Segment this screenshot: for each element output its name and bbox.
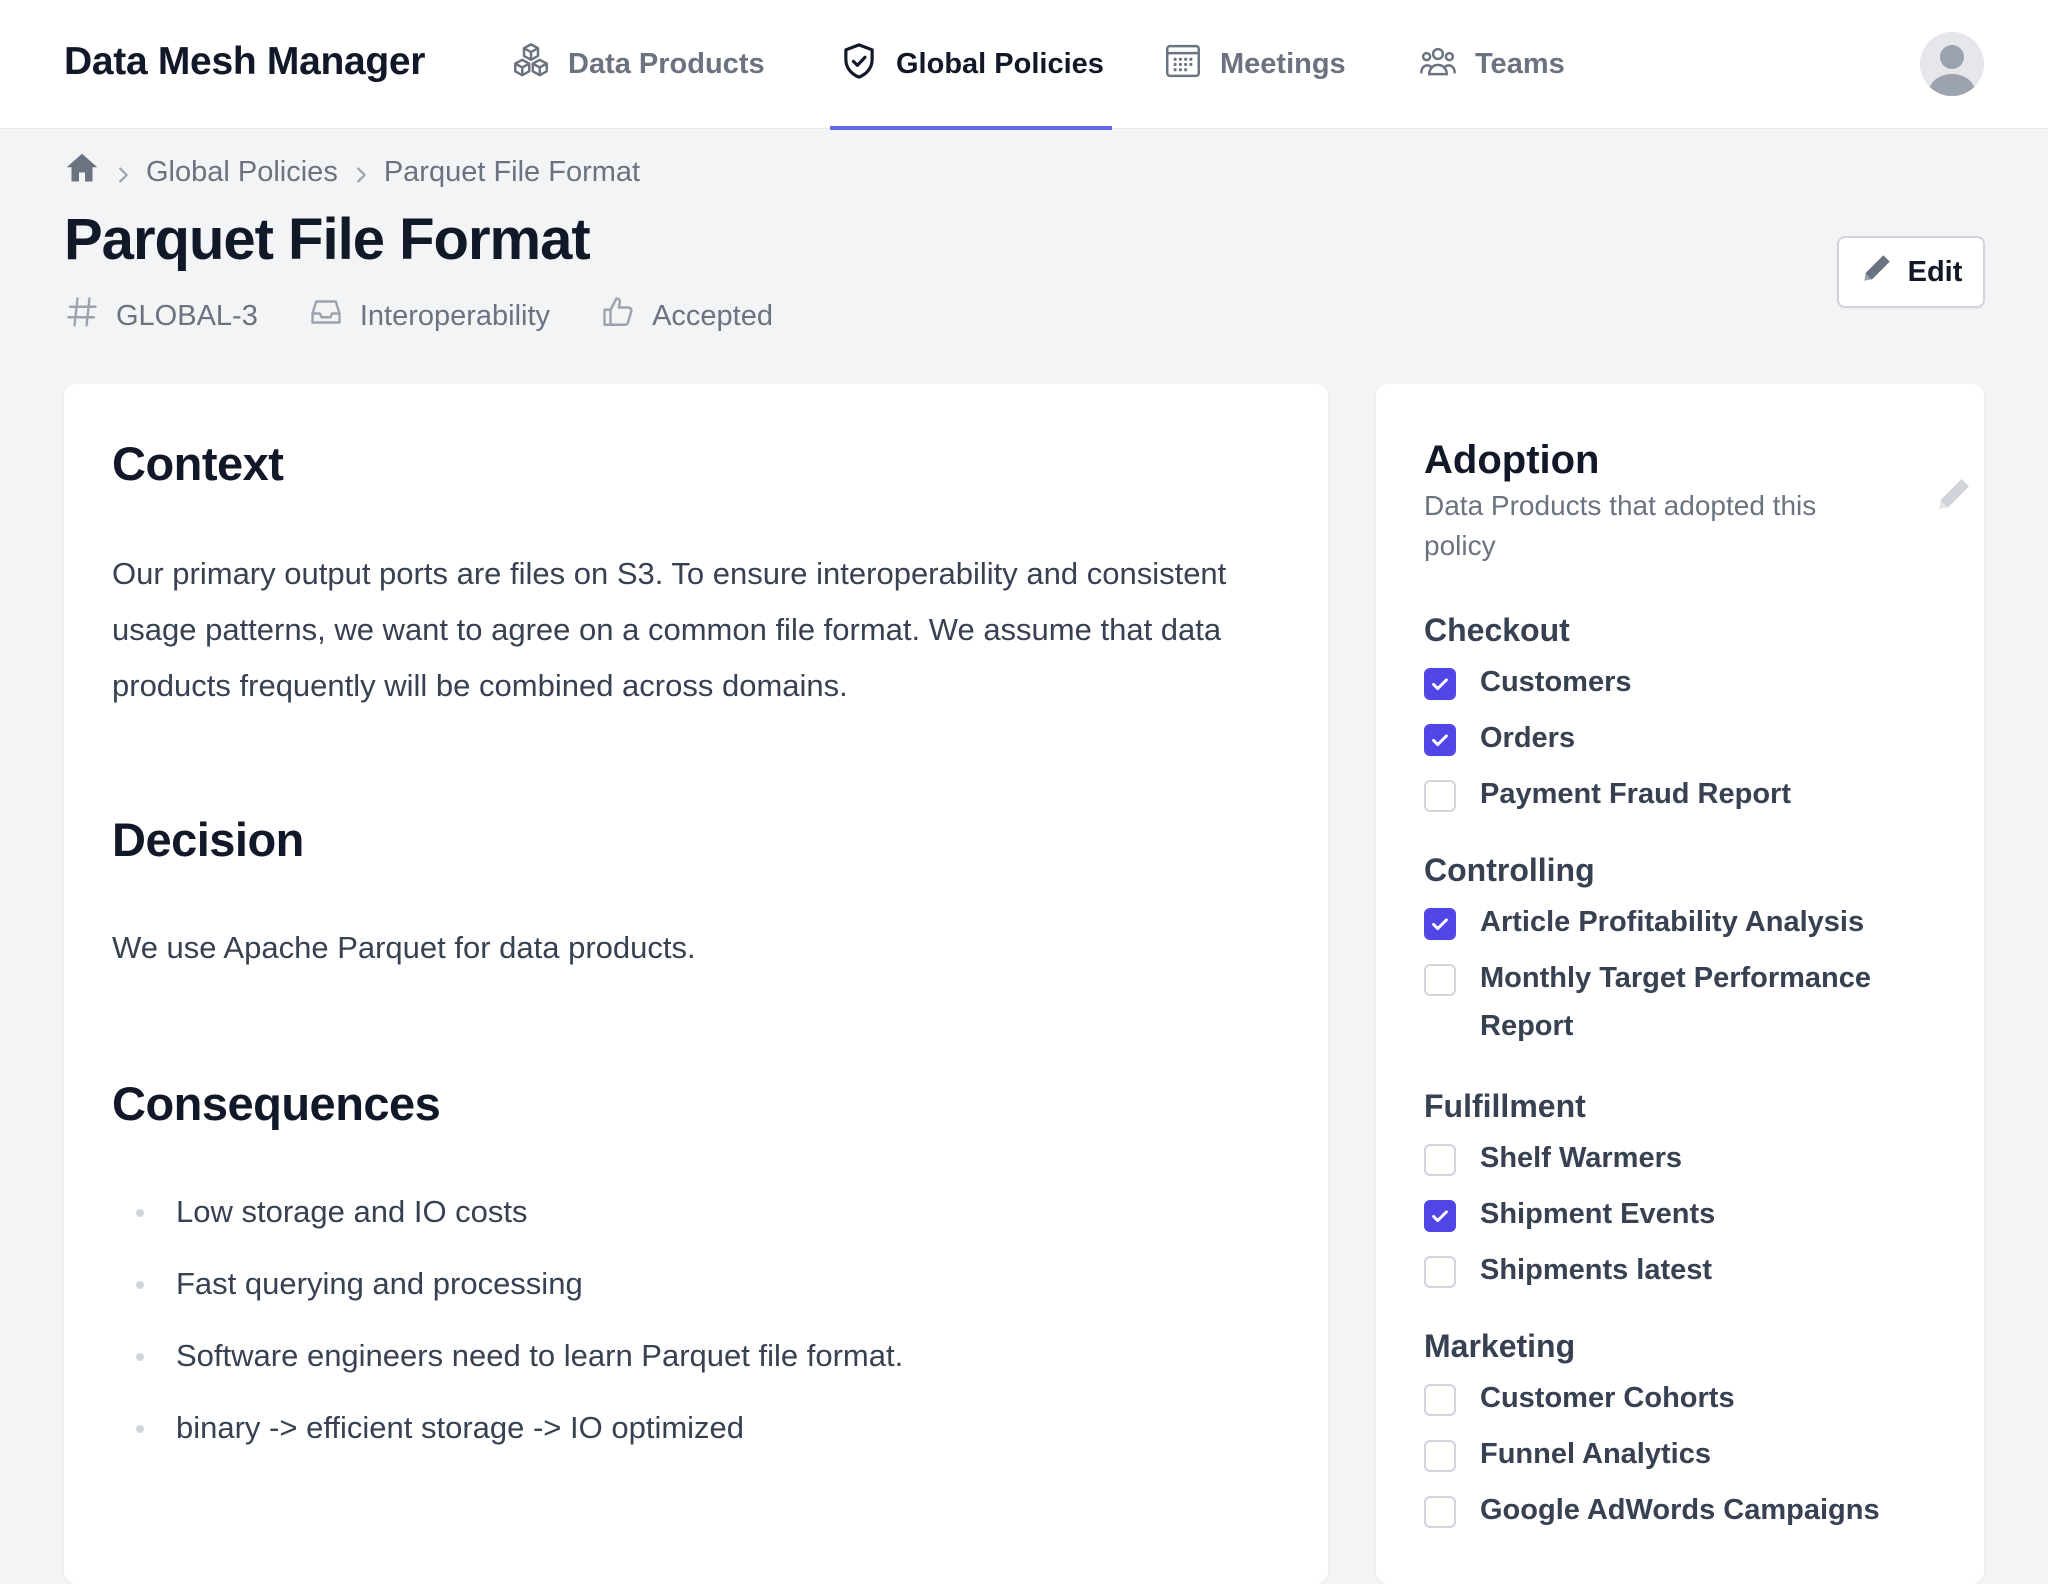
adoption-item-funnel-analytics[interactable]: Funnel Analytics	[1424, 1436, 1900, 1478]
chevron-right-icon	[112, 161, 134, 183]
context-text: Our primary output ports are files on S3…	[112, 556, 1227, 703]
list-item: Low storage and IO costs	[112, 1184, 903, 1256]
adoption-item-shipment-events[interactable]: Shipment Events	[1424, 1196, 1900, 1238]
adoption-item-label: Article Profitability Analysis	[1480, 906, 1865, 938]
chevron-right-icon	[350, 161, 372, 183]
adoption-item-orders[interactable]: Orders	[1424, 720, 1900, 762]
checkbox-unchecked[interactable]	[1424, 964, 1456, 996]
checkbox-unchecked[interactable]	[1424, 1496, 1456, 1528]
pencil-icon	[1860, 251, 1894, 293]
checkbox-unchecked[interactable]	[1424, 1144, 1456, 1176]
policy-category-text: Interoperability	[359, 299, 551, 332]
checkbox-checked[interactable]	[1424, 1200, 1456, 1232]
page-title: Parquet File Format	[64, 207, 591, 272]
adoption-item-customer-cohorts[interactable]: Customer Cohorts	[1424, 1380, 1900, 1422]
edit-button[interactable]: Edit	[1837, 236, 1985, 308]
list-item: binary -> efficient storage -> IO optimi…	[112, 1400, 903, 1472]
nav-global-policies[interactable]: Global Policies	[830, 0, 1112, 130]
adoption-group-fulfillment: Fulfillment	[1424, 1088, 1586, 1124]
policy-category: Interoperability	[308, 294, 550, 338]
breadcrumb-current[interactable]: Parquet File Format	[384, 156, 640, 189]
adoption-item-label: Orders	[1480, 722, 1576, 754]
user-avatar[interactable]	[1920, 32, 1984, 96]
calendar-icon	[1162, 40, 1204, 90]
checkbox-checked[interactable]	[1424, 668, 1456, 700]
adoption-item-label: Monthly Target Performance Report	[1480, 962, 1872, 1042]
nav-teams-label: Teams	[1475, 48, 1565, 80]
policy-id-text: GLOBAL-3	[116, 299, 258, 332]
nav-data-products-label: Data Products	[568, 48, 765, 80]
nav-global-policies-label: Global Policies	[896, 48, 1104, 80]
checkbox-unchecked[interactable]	[1424, 780, 1456, 812]
consequences-heading: Consequences	[112, 1077, 441, 1130]
nav-meetings-label: Meetings	[1220, 48, 1346, 80]
adoption-item-customers[interactable]: Customers	[1424, 664, 1900, 706]
app-brand[interactable]: Data Mesh Manager	[64, 40, 425, 84]
checkbox-unchecked[interactable]	[1424, 1440, 1456, 1472]
checkbox-unchecked[interactable]	[1424, 1384, 1456, 1416]
nav-data-products[interactable]: Data Products	[510, 0, 765, 129]
policy-status: Accepted	[600, 294, 773, 338]
adoption-item-payment-fraud-report[interactable]: Payment Fraud Report	[1424, 776, 1900, 818]
inbox-icon	[308, 294, 344, 338]
adoption-group-checkout: Checkout	[1424, 612, 1570, 648]
policy-status-text: Accepted	[652, 299, 773, 332]
cubes-icon	[510, 40, 552, 90]
adoption-group-marketing: Marketing	[1424, 1328, 1576, 1364]
breadcrumb-global-policies[interactable]: Global Policies	[146, 156, 338, 189]
consequences-list: Low storage and IO costs Fast querying a…	[112, 1184, 903, 1472]
pencil-icon[interactable]	[1934, 474, 1974, 514]
list-item: Fast querying and processing	[112, 1256, 903, 1328]
adoption-item-label: Shipment Events	[1480, 1198, 1716, 1230]
adoption-item-label: Customer Cohorts	[1480, 1382, 1735, 1414]
adoption-item-label: Shelf Warmers	[1480, 1142, 1682, 1174]
checkbox-checked[interactable]	[1424, 908, 1456, 940]
policy-meta: GLOBAL-3 Interoperability Accepted	[64, 294, 823, 338]
hashtag-icon	[64, 294, 100, 338]
adoption-card: Adoption Data Products that adopted this…	[1376, 384, 1984, 1584]
adoption-title: Adoption	[1424, 438, 1600, 482]
adoption-item-label: Payment Fraud Report	[1480, 778, 1791, 810]
checkbox-checked[interactable]	[1424, 724, 1456, 756]
checkbox-unchecked[interactable]	[1424, 1256, 1456, 1288]
nav-teams[interactable]: Teams	[1417, 0, 1565, 129]
adoption-item-label: Funnel Analytics	[1480, 1438, 1711, 1470]
adoption-item-label: Shipments latest	[1480, 1254, 1713, 1286]
adoption-item-monthly-target[interactable]: Monthly Target Performance Report	[1424, 960, 1900, 1050]
home-icon[interactable]	[64, 150, 100, 194]
top-navigation: Data Mesh Manager Data Products Global P…	[0, 0, 2048, 130]
list-item: Software engineers need to learn Parquet…	[112, 1328, 903, 1400]
breadcrumb: Global Policies Parquet File Format	[64, 152, 640, 192]
policy-id: GLOBAL-3	[64, 294, 258, 338]
decision-heading: Decision	[112, 813, 304, 866]
adoption-subtitle: Data Products that adopted this policy	[1424, 490, 1817, 561]
users-icon	[1417, 40, 1459, 90]
shield-check-icon	[838, 40, 880, 90]
context-heading: Context	[112, 437, 284, 490]
adoption-item-label: Google AdWords Campaigns	[1480, 1494, 1880, 1526]
adoption-item-article-profitability[interactable]: Article Profitability Analysis	[1424, 904, 1900, 946]
adoption-item-label: Customers	[1480, 666, 1632, 698]
decision-text: We use Apache Parquet for data products.	[112, 930, 696, 965]
adoption-item-shelf-warmers[interactable]: Shelf Warmers	[1424, 1140, 1900, 1182]
edit-button-label: Edit	[1907, 255, 1963, 288]
policy-content-card: Context Our primary output ports are fil…	[64, 384, 1328, 1584]
adoption-item-shipments-latest[interactable]: Shipments latest	[1424, 1252, 1900, 1294]
adoption-group-controlling: Controlling	[1424, 852, 1595, 888]
nav-meetings[interactable]: Meetings	[1162, 0, 1346, 129]
thumb-up-icon	[600, 294, 636, 338]
adoption-item-google-adwords[interactable]: Google AdWords Campaigns	[1424, 1492, 1900, 1534]
